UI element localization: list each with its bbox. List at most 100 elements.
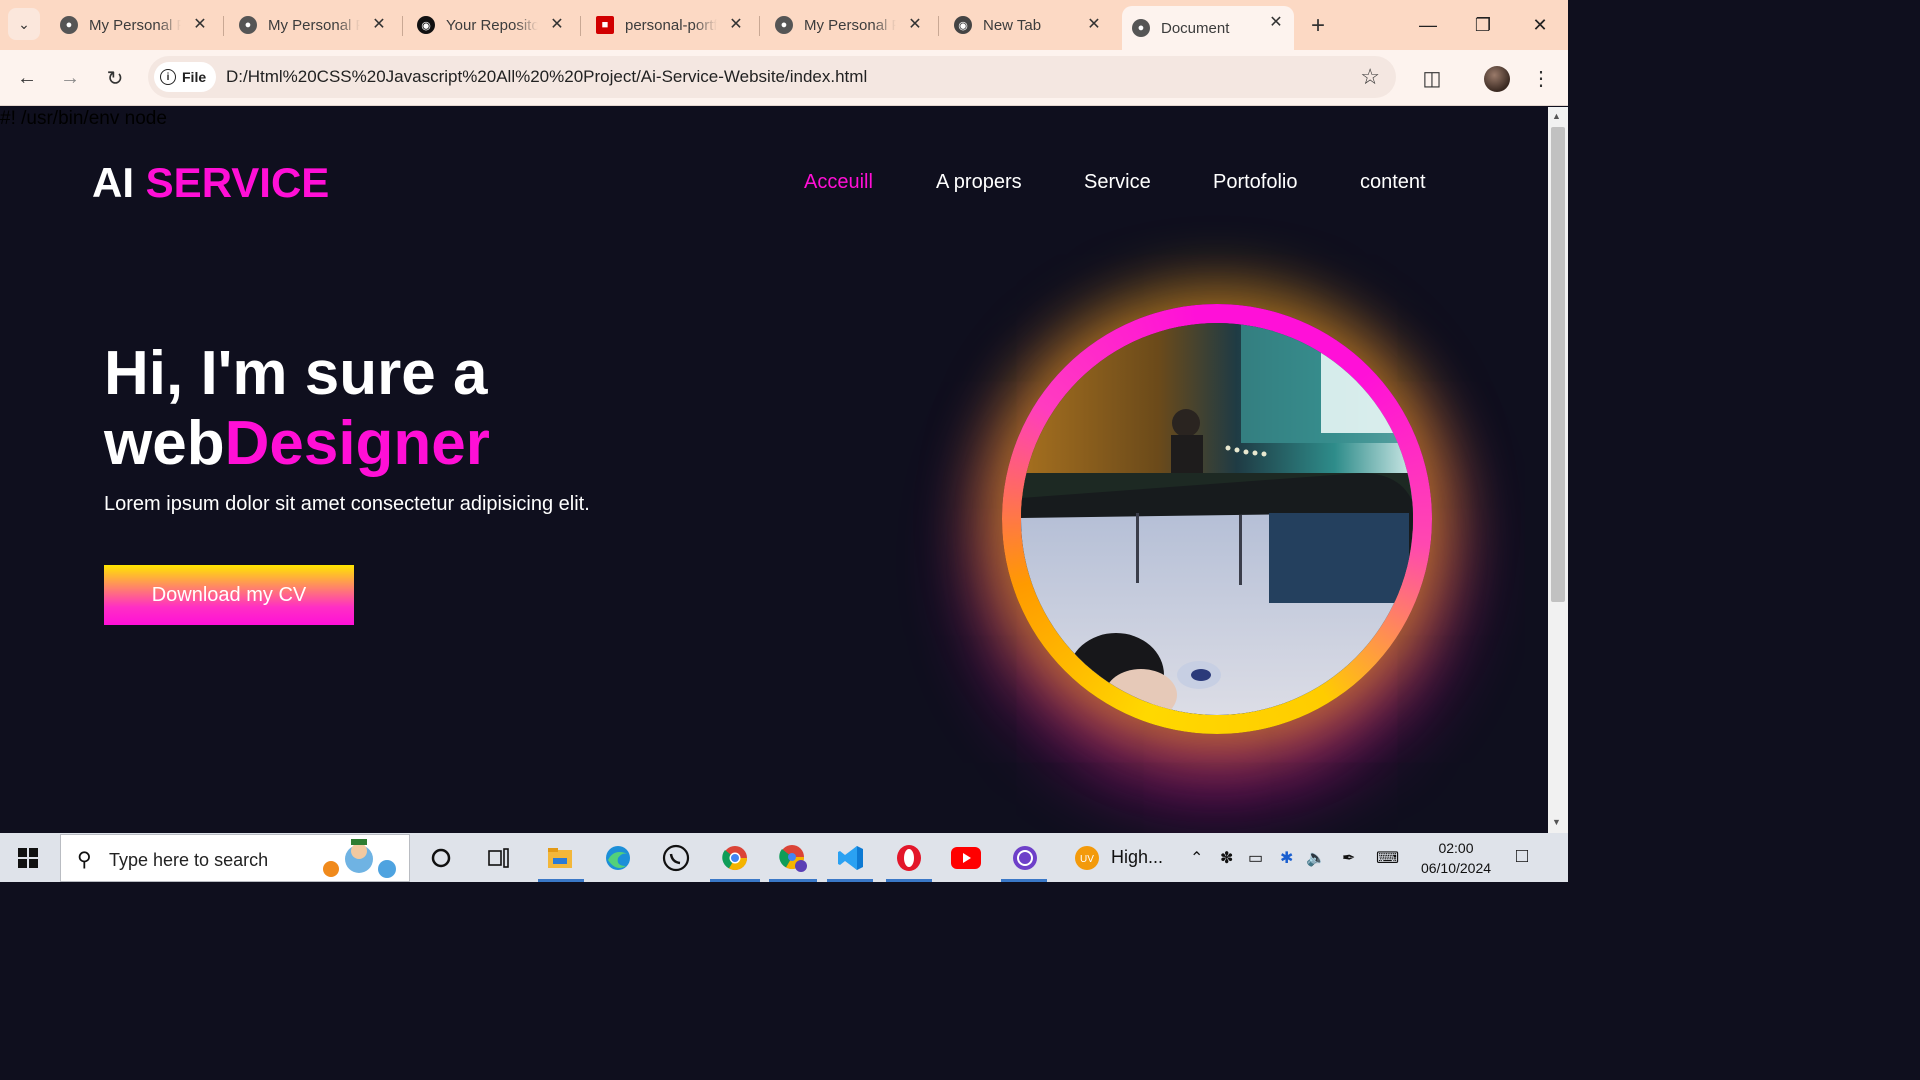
tab-title: New Tab	[983, 16, 1042, 34]
windows-taskbar: ⚲ Type here to search UV High... ⌃ ✽ ▭ ✱…	[0, 833, 1568, 882]
system-clock[interactable]: 02:00 06/10/2024	[1416, 838, 1496, 878]
kebab-menu-icon: ⋮	[1531, 67, 1551, 90]
tab-title: My Personal Portfolio	[804, 16, 896, 34]
battery-icon[interactable]: ▭	[1248, 848, 1263, 868]
arrow-left-icon: ←	[17, 66, 37, 89]
tab-title: Your Repositories	[446, 16, 538, 34]
close-window-button[interactable]: ✕	[1520, 10, 1560, 40]
close-icon[interactable]: ✕	[905, 14, 925, 34]
tab-title: personal-portfolio	[625, 16, 717, 34]
weather-label[interactable]: High...	[1111, 847, 1163, 868]
search-icon: ⚲	[77, 849, 92, 871]
scroll-down-icon[interactable]: ▼	[1552, 817, 1561, 827]
keyboard-icon[interactable]: ⌨	[1376, 848, 1399, 868]
close-icon[interactable]: ✕	[726, 14, 746, 34]
bookmark-star-icon[interactable]: ☆	[1360, 64, 1380, 90]
scroll-thumb[interactable]	[1551, 127, 1565, 602]
page-scrollbar[interactable]: ▲ ▼	[1548, 107, 1568, 833]
tab-active[interactable]: ● Document ✕	[1122, 6, 1294, 50]
tab-divider	[759, 16, 760, 36]
info-icon: i	[160, 69, 176, 85]
site-info-chip[interactable]: i File	[154, 62, 216, 92]
restore-icon: ❐	[1474, 14, 1492, 35]
tab-3[interactable]: ◉ Your Repositories ✕	[407, 8, 575, 42]
tab-title: My Personal Portfolio	[268, 16, 360, 34]
reload-icon: ↻	[106, 67, 124, 90]
close-icon[interactable]: ✕	[1266, 12, 1286, 32]
clock-date: 06/10/2024	[1420, 860, 1492, 876]
chrome-profile-icon[interactable]	[778, 843, 808, 873]
pen-icon[interactable]: ✒	[1342, 848, 1355, 868]
edge-icon[interactable]	[603, 843, 633, 873]
browser-menu-button[interactable]: ⋮	[1527, 64, 1555, 92]
running-indicator	[1001, 879, 1047, 882]
windows-start-icon[interactable]	[18, 848, 38, 868]
netlify-icon: ■	[596, 16, 614, 34]
back-button[interactable]: ←	[13, 64, 41, 92]
close-icon[interactable]: ✕	[547, 14, 567, 34]
tab-1[interactable]: ● My Personal Portfolio ✕	[50, 8, 218, 42]
arrow-right-icon: →	[60, 66, 80, 89]
chevron-up-icon[interactable]: ⌃	[1190, 848, 1203, 868]
weather-uv-icon[interactable]: UV	[1072, 843, 1102, 873]
running-indicator	[538, 879, 584, 882]
close-icon[interactable]: ✕	[369, 14, 389, 34]
opera-icon[interactable]	[894, 843, 924, 873]
tab-divider	[580, 16, 581, 36]
tab-6[interactable]: ◉ New Tab ✕	[944, 8, 1112, 42]
chrome-icon: ◉	[954, 16, 972, 34]
new-tab-button[interactable]: +	[1305, 12, 1331, 40]
tab-divider	[223, 16, 224, 36]
search-placeholder: Type here to search	[109, 850, 269, 870]
vscode-icon[interactable]	[836, 843, 866, 873]
bluetooth-icon[interactable]: ✱	[1280, 848, 1293, 868]
chrome-icon[interactable]	[720, 843, 750, 873]
globe-icon: ●	[1132, 19, 1150, 37]
url-text[interactable]: D:/Html%20CSS%20Javascript%20All%20%20Pr…	[226, 67, 867, 87]
site-chip-label: File	[182, 69, 207, 85]
close-icon: ✕	[1532, 14, 1548, 35]
tab-title: Document	[1161, 19, 1230, 37]
address-bar[interactable]: i File D:/Html%20CSS%20Javascript%20All%…	[148, 56, 1396, 98]
search-highlight-icon	[323, 839, 396, 878]
scroll-up-icon[interactable]: ▲	[1552, 111, 1561, 121]
svg-text:UV: UV	[1080, 854, 1094, 865]
close-icon[interactable]: ✕	[1084, 14, 1104, 34]
whatsapp-icon[interactable]	[661, 843, 691, 873]
extensions-button[interactable]: ◫	[1418, 64, 1446, 92]
network-icon[interactable]: ✽	[1220, 848, 1233, 868]
globe-icon: ●	[239, 16, 257, 34]
profile-avatar[interactable]	[1484, 66, 1510, 92]
profile-photo	[1021, 323, 1413, 715]
github-icon: ◉	[417, 16, 435, 34]
globe-icon: ●	[775, 16, 793, 34]
tab-title: My Personal Portfolio	[89, 16, 181, 34]
tab-strip: ⌄ ● My Personal Portfolio ✕ ● My Persona…	[0, 0, 1568, 50]
running-indicator	[886, 879, 932, 882]
volume-icon[interactable]: 🔈	[1306, 848, 1326, 868]
file-explorer-icon[interactable]	[545, 843, 575, 873]
tab-4[interactable]: ■ personal-portfolio ✕	[586, 8, 754, 42]
running-indicator	[769, 879, 817, 882]
taskbar-search[interactable]: ⚲ Type here to search	[60, 834, 410, 882]
tab-2[interactable]: ● My Personal Portfolio ✕	[229, 8, 397, 42]
notification-icon[interactable]: □	[1516, 845, 1528, 868]
youtube-icon[interactable]	[951, 843, 981, 873]
tab-search-button[interactable]: ⌄	[8, 8, 40, 40]
minimize-icon: —	[1419, 14, 1437, 35]
restore-button[interactable]: ❐	[1463, 10, 1503, 40]
puzzle-icon: ◫	[1422, 67, 1442, 90]
reload-button[interactable]: ↻	[101, 64, 129, 92]
cortana-icon[interactable]	[426, 843, 456, 873]
forward-button[interactable]: →	[56, 64, 84, 92]
tab-5[interactable]: ● My Personal Portfolio ✕	[765, 8, 933, 42]
hero-image-area	[0, 107, 1548, 833]
minimize-button[interactable]: —	[1408, 10, 1448, 40]
running-indicator	[710, 879, 760, 882]
task-view-icon[interactable]	[484, 843, 514, 873]
plus-icon: +	[1310, 12, 1325, 39]
close-icon[interactable]: ✕	[190, 14, 210, 34]
github-desktop-icon[interactable]	[1010, 843, 1040, 873]
profile-photo-image	[1021, 323, 1413, 715]
globe-icon: ●	[60, 16, 78, 34]
